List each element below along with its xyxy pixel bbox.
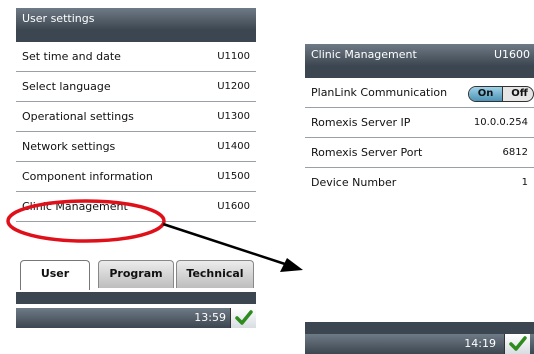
ok-button[interactable] — [504, 334, 530, 354]
arrow-head — [280, 258, 303, 272]
screen-code: U1600 — [493, 48, 530, 61]
list-item-label: Component information — [22, 170, 153, 183]
list-item-operational-settings[interactable]: Operational settings U1300 — [16, 102, 256, 132]
list-item-label: Set time and date — [22, 50, 121, 63]
list-item-set-time-and-date[interactable]: Set time and date U1100 — [16, 42, 256, 72]
list-item-code: U1600 — [217, 201, 250, 212]
list-item-device-number[interactable]: Device Number 1 — [305, 168, 534, 198]
clinic-settings-list: PlanLink Communication On Off Romexis Se… — [305, 78, 534, 198]
list-item-label: Device Number — [311, 176, 397, 189]
list-item-label: Clinic Management — [22, 200, 128, 213]
title-bar: User settings — [16, 8, 256, 30]
list-item-code: U1400 — [217, 141, 250, 152]
list-item-label: Select language — [22, 80, 111, 93]
list-item-romexis-server-port[interactable]: Romexis Server Port 6812 — [305, 138, 534, 168]
screen-title: Clinic Management — [311, 48, 417, 61]
title-subbar — [305, 66, 534, 78]
user-settings-screen: User settings Set time and date U1100 Se… — [16, 8, 256, 328]
checkmark-icon — [509, 336, 527, 351]
tab-bar: User Program Technical — [16, 260, 256, 290]
toggle-on-option[interactable]: On — [469, 87, 503, 101]
status-bar: 14:19 — [305, 334, 534, 354]
title-subbar — [16, 30, 256, 42]
list-item-label: Romexis Server IP — [311, 116, 411, 129]
toggle-off-option[interactable]: Off — [504, 87, 533, 101]
status-bar: 13:59 — [16, 308, 256, 328]
list-item-label: Romexis Server Port — [311, 146, 423, 159]
list-item-value: 6812 — [502, 147, 528, 158]
clinic-management-screen: Clinic Management U1600 PlanLink Communi… — [305, 44, 534, 354]
list-item-code: U1300 — [217, 111, 250, 122]
list-item-code: U1200 — [217, 81, 250, 92]
tab-program[interactable]: Program — [98, 260, 174, 288]
bottom-divider-bar — [16, 292, 256, 304]
list-item-value: 1 — [521, 177, 528, 188]
list-item-label: Operational settings — [22, 110, 134, 123]
list-item-component-information[interactable]: Component information U1500 — [16, 162, 256, 192]
list-item-code: U1500 — [217, 171, 250, 182]
checkmark-icon — [235, 310, 253, 325]
list-item-label: PlanLink Communication — [311, 86, 448, 99]
tab-technical[interactable]: Technical — [176, 260, 254, 288]
list-item-planlink-communication: PlanLink Communication On Off — [305, 78, 534, 108]
screen-title: User settings — [22, 12, 95, 25]
title-bar: Clinic Management U1600 — [305, 44, 534, 66]
clock-time: 14:19 — [464, 337, 496, 350]
list-item-value: 10.0.0.254 — [473, 117, 528, 128]
list-item-select-language[interactable]: Select language U1200 — [16, 72, 256, 102]
list-item-romexis-server-ip[interactable]: Romexis Server IP 10.0.0.254 — [305, 108, 534, 138]
settings-list: Set time and date U1100 Select language … — [16, 42, 256, 222]
tab-user[interactable]: User — [20, 260, 90, 290]
list-item-network-settings[interactable]: Network settings U1400 — [16, 132, 256, 162]
list-item-code: U1100 — [217, 51, 250, 62]
clock-time: 13:59 — [194, 311, 226, 324]
bottom-divider-bar — [305, 322, 534, 334]
ok-button[interactable] — [230, 308, 256, 328]
list-item-label: Network settings — [22, 140, 116, 153]
planlink-toggle[interactable]: On Off — [468, 86, 534, 102]
list-item-clinic-management[interactable]: Clinic Management U1600 — [16, 192, 256, 222]
